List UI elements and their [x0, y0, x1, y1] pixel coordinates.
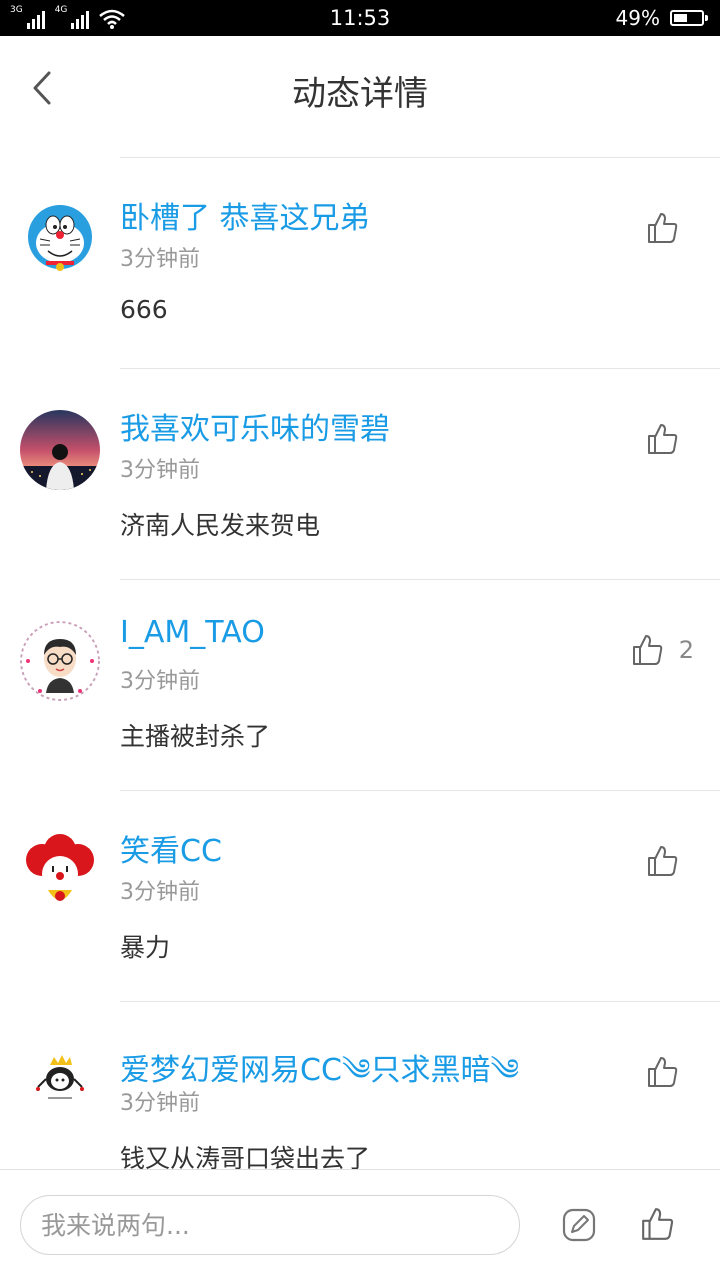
avatar[interactable]: [20, 832, 100, 912]
avatar[interactable]: [20, 199, 100, 279]
avatar[interactable]: [20, 1043, 100, 1123]
comment-input-bar: [0, 1169, 720, 1280]
divider: [120, 368, 720, 369]
comment-time: 3分钟前: [120, 247, 200, 272]
battery-percent: 49%: [615, 6, 660, 30]
like-post-button[interactable]: [640, 1206, 676, 1246]
divider: [120, 157, 720, 158]
status-time: 11:53: [329, 6, 391, 30]
edit-icon: [562, 1208, 596, 1242]
comment-time: 3分钟前: [120, 669, 200, 694]
comment-item: 爱梦幻爱网易CC༄只求黑暗༄ 3分钟前 钱又从涛哥口袋出去了: [0, 1001, 720, 1169]
comment-item: 卧槽了 恭喜这兄弟 3分钟前 666: [0, 157, 720, 368]
username[interactable]: 笑看CC: [120, 826, 222, 870]
thumbs-up-icon: [642, 1208, 674, 1240]
comment-text: 济南人民发来贺电: [120, 511, 321, 540]
status-bar: 3G 4G 11:53 49%: [0, 0, 720, 36]
comment-item: 笑看CC 3分钟前 暴力: [0, 790, 720, 1001]
avatar[interactable]: [20, 621, 100, 701]
comment-time: 3分钟前: [120, 1091, 200, 1116]
like-count: 2: [678, 636, 694, 664]
battery-icon: [670, 10, 708, 26]
username[interactable]: 我喜欢可乐味的雪碧: [120, 404, 390, 448]
username[interactable]: I_AM_TAO: [120, 615, 265, 650]
comment-item: I_AM_TAO 3分钟前 主播被封杀了 2: [0, 579, 720, 790]
divider: [120, 579, 720, 580]
thumbs-up-icon: [648, 846, 678, 876]
thumbs-up-icon: [648, 1057, 678, 1087]
comment-time: 3分钟前: [120, 880, 200, 905]
like-button[interactable]: [646, 1055, 694, 1089]
thumbs-up-icon: [648, 213, 678, 243]
like-button[interactable]: [646, 211, 694, 245]
username[interactable]: 卧槽了 恭喜这兄弟: [120, 193, 370, 237]
like-button[interactable]: [646, 844, 694, 878]
divider: [120, 1001, 720, 1002]
comment-list[interactable]: 卧槽了 恭喜这兄弟 3分钟前 666 我喜欢可乐味的雪碧 3分钟前 济南人民发来…: [0, 157, 720, 1169]
header: 动态详情: [0, 36, 720, 140]
page-title: 动态详情: [292, 74, 428, 114]
comment-text: 暴力: [120, 933, 171, 962]
edit-button[interactable]: [560, 1206, 598, 1248]
avatar[interactable]: [20, 410, 100, 490]
divider: [120, 790, 720, 791]
battery-area: 49%: [615, 6, 708, 30]
like-button[interactable]: [646, 422, 694, 456]
comment-text: 666: [120, 295, 168, 324]
comment-input[interactable]: [20, 1195, 520, 1255]
battery-fill: [674, 14, 687, 22]
comment-item: 我喜欢可乐味的雪碧 3分钟前 济南人民发来贺电: [0, 368, 720, 579]
thumbs-up-icon: [648, 424, 678, 454]
thumbs-up-icon: [632, 635, 662, 665]
comment-text: 钱又从涛哥口袋出去了: [120, 1144, 371, 1169]
comment-text: 主播被封杀了: [120, 722, 271, 751]
comment-time: 3分钟前: [120, 458, 200, 483]
like-button[interactable]: 2: [631, 633, 694, 667]
